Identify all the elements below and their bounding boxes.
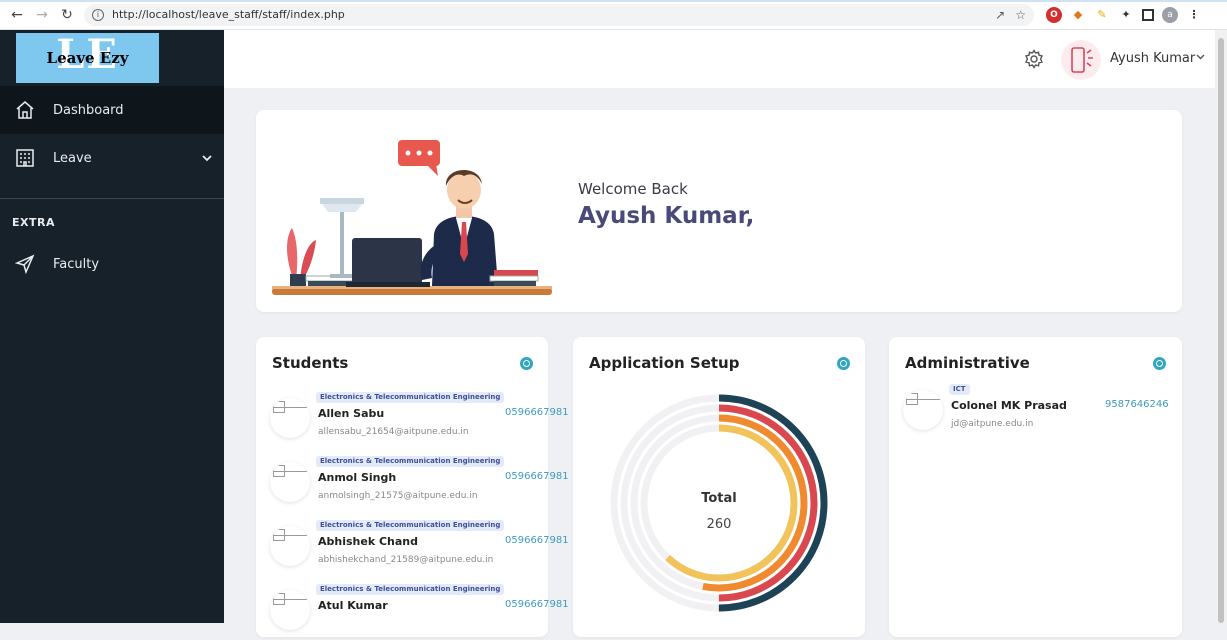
sidebar-divider: [0, 198, 224, 199]
department-badge: Electronics & Telecommunication Engineer…: [316, 392, 505, 403]
welcome-greeting: Welcome Back: [578, 180, 688, 198]
list-item[interactable]: Electronics & Telecommunication Engineer…: [270, 520, 569, 576]
welcome-card: Welcome Back Ayush Kumar,: [256, 110, 1182, 312]
avatar: [270, 590, 310, 630]
bookmark-star-icon[interactable]: ☆: [1015, 8, 1026, 22]
browser-menu-icon[interactable]: ⋮: [1186, 7, 1202, 23]
sidebar-item-faculty[interactable]: Faculty: [0, 240, 224, 288]
profile-avatar-icon[interactable]: a: [1162, 6, 1178, 23]
student-name: Anmol Singh: [318, 471, 397, 484]
students-card: Students Electronics & Telecommunication…: [256, 337, 569, 640]
department-badge: Electronics & Telecommunication Engineer…: [316, 584, 505, 595]
home-icon: [14, 99, 36, 121]
sidebar: LE Leave Ezy Dashboard Leave EXTRA Facul…: [0, 30, 224, 623]
application-setup-card: Application Setup Total 260: [573, 337, 865, 637]
list-item[interactable]: Electronics & Telecommunication Engineer…: [270, 456, 569, 512]
logo-text: Leave Ezy: [46, 49, 129, 67]
welcome-name: Ayush Kumar,: [578, 203, 755, 229]
extensions-bar: O ◆ ✎ ✦ a ⋮: [1046, 6, 1202, 23]
extensions-puzzle-icon[interactable]: ✦: [1118, 7, 1134, 23]
avatar: [270, 462, 310, 502]
browser-toolbar: ← → ↻ i http://localhost/leave_staff/sta…: [0, 0, 1227, 30]
list-item[interactable]: Electronics & Telecommunication Engineer…: [270, 584, 569, 640]
adblock-extension-icon[interactable]: O: [1046, 6, 1062, 23]
sidebar-item-label: Faculty: [53, 256, 100, 272]
user-avatar[interactable]: [1061, 40, 1101, 80]
student-phone: 0596667981: [505, 535, 569, 546]
sidebar-item-dashboard[interactable]: Dashboard: [0, 86, 224, 134]
department-badge: ICT: [949, 384, 970, 395]
logo[interactable]: LE Leave Ezy: [16, 31, 159, 83]
student-email: anmolsingh_21575@aitpune.edu.in: [318, 491, 478, 501]
chevron-down-icon[interactable]: [1196, 52, 1205, 63]
application-setup-title: Application Setup: [589, 354, 740, 372]
top-header: Ayush Kumar: [224, 30, 1227, 88]
sidebar-item-label: Leave: [53, 150, 92, 166]
avatar: [270, 398, 310, 438]
department-badge: Electronics & Telecommunication Engineer…: [316, 456, 505, 467]
toggle-dot-icon[interactable]: [837, 357, 850, 370]
pen-extension-icon[interactable]: ✎: [1094, 7, 1110, 23]
side-panel-icon[interactable]: [1142, 8, 1154, 21]
avatar: [903, 390, 943, 430]
administrative-card: Administrative ICT Colonel MK Prasad jd@…: [889, 337, 1182, 637]
metamask-extension-icon[interactable]: ◆: [1070, 7, 1086, 23]
share-icon[interactable]: ↗: [995, 8, 1005, 22]
student-name: Atul Kumar: [318, 599, 388, 612]
chart-total-value: 260: [707, 517, 732, 532]
user-name[interactable]: Ayush Kumar: [1110, 51, 1195, 66]
admin-name: Colonel MK Prasad: [951, 399, 1067, 412]
students-title: Students: [272, 354, 349, 372]
admin-phone: 9587646246: [1105, 399, 1169, 410]
building-icon: [14, 147, 36, 169]
sidebar-item-label: Dashboard: [53, 102, 124, 118]
student-email: allensabu_21654@aitpune.edu.in: [318, 427, 469, 437]
toggle-dot-icon[interactable]: [1153, 357, 1166, 370]
back-icon[interactable]: ←: [6, 4, 28, 26]
student-phone: 0596667981: [505, 471, 569, 482]
student-phone: 0596667981: [505, 599, 569, 610]
send-icon: [14, 253, 36, 275]
sidebar-section-heading: EXTRA: [12, 216, 55, 229]
site-info-icon[interactable]: i: [92, 8, 104, 21]
student-name: Allen Sabu: [318, 407, 385, 420]
administrative-title: Administrative: [905, 354, 1030, 372]
radial-chart: Total 260: [610, 394, 828, 612]
student-email: abhishekchand_21589@aitpune.edu.in: [318, 555, 494, 565]
tab-strip-edge: [0, 0, 1227, 2]
forward-icon[interactable]: →: [31, 4, 53, 26]
list-item[interactable]: ICT Colonel MK Prasad jd@aitpune.edu.in …: [903, 384, 1173, 440]
scrollbar-thumb[interactable]: [1218, 38, 1224, 623]
student-name: Abhishek Chand: [318, 535, 419, 548]
avatar: [270, 526, 310, 566]
reload-icon[interactable]: ↻: [56, 4, 78, 26]
page-scrollbar[interactable]: [1215, 30, 1227, 623]
admin-email: jd@aitpune.edu.in: [951, 419, 1034, 429]
toggle-dot-icon[interactable]: [520, 357, 533, 370]
chevron-down-icon: [202, 152, 212, 165]
gear-icon[interactable]: [1024, 49, 1044, 69]
student-phone: 0596667981: [505, 407, 569, 418]
address-bar[interactable]: i http://localhost/leave_staff/staff/ind…: [84, 3, 1034, 26]
address-bar-url[interactable]: http://localhost/leave_staff/staff/index…: [112, 8, 985, 21]
list-item[interactable]: Electronics & Telecommunication Engineer…: [270, 392, 569, 448]
sidebar-item-leave[interactable]: Leave: [0, 134, 224, 182]
welcome-illustration: [272, 140, 552, 295]
chart-total-label: Total: [701, 491, 737, 506]
department-badge: Electronics & Telecommunication Engineer…: [316, 520, 505, 531]
